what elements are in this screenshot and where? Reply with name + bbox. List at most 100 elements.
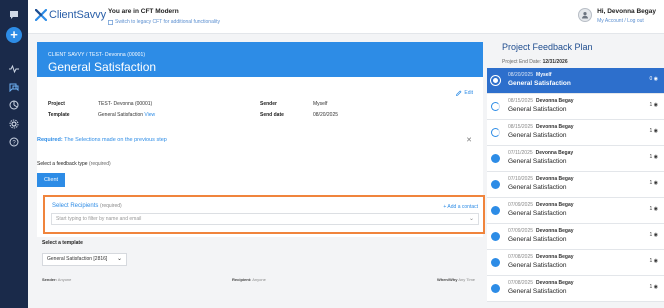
plan-item-count: 1 ◉ [649, 206, 658, 212]
plan-item-name: General Satisfaction [508, 132, 567, 139]
client-button[interactable]: Client [37, 173, 65, 187]
status-dot-icon [491, 232, 500, 241]
template-select[interactable]: General Satisfaction [2816] ⌄ [42, 253, 127, 266]
analytics-icon[interactable] [7, 98, 21, 112]
plan-end-value: 12/31/2026 [542, 59, 568, 65]
plan-item-count: 1 ◉ [649, 232, 658, 238]
recipient-search-placeholder: Start typing to filter by name and email [56, 216, 142, 222]
plan-item[interactable]: 08/15/2025 Devonna Begay General Satisfact… [487, 120, 664, 146]
switch-legacy-link[interactable]: Switch to legacy CFT for additional func… [108, 19, 220, 25]
plan-item[interactable]: 07/11/2025 Devonna Begay General Satisfact… [487, 146, 664, 172]
plan-item-date: 07/09/2025 Devonna Begay [508, 228, 574, 234]
plan-item[interactable]: 07/09/2025 Devonna Begay General Satisfact… [487, 224, 664, 250]
plan-item-date: 08/15/2025 Devonna Begay [508, 124, 574, 130]
plan-item-date-value: 08/15/2025 [508, 124, 534, 130]
plan-item[interactable]: 07/08/2025 Devonna Begay General Satisfact… [487, 250, 664, 276]
plan-item-who: Devonna Begay [536, 124, 574, 130]
plan-item[interactable]: 07/09/2025 Devonna Begay General Satisfact… [487, 198, 664, 224]
plan-item-count: 1 ◉ [649, 128, 658, 134]
plan-item-name: General Satisfaction [508, 288, 567, 295]
feedback-type-label: Select a feedback type (required) [37, 161, 111, 167]
plan-end-label: Project End Date: [502, 59, 542, 65]
top-header: ClientSavvy You are in CFT Modern Switch… [28, 0, 664, 34]
close-icon[interactable]: ✕ [466, 136, 472, 144]
pulse-icon[interactable] [7, 62, 21, 76]
plan-title: Project Feedback Plan [502, 42, 593, 52]
recipient-count-icon: ◉ [653, 180, 658, 186]
feedback-icon[interactable] [7, 80, 21, 94]
plan-item[interactable]: 08/20/2025 Myself General Satisfaction 0 ◉ [487, 68, 664, 94]
plan-item-count-value: 1 [649, 128, 653, 134]
plan-item-count-value: 1 [649, 102, 653, 108]
project-label: Project [48, 100, 65, 107]
feedback-type-text: Select a feedback type [37, 161, 88, 167]
pencil-icon [456, 90, 462, 96]
recipient-count-icon: ◉ [653, 128, 658, 134]
plan-item-count-value: 1 [649, 154, 653, 160]
plan-item-date: 07/11/2025 Devonna Begay [508, 150, 573, 156]
plan-item-count: 1 ◉ [649, 284, 658, 290]
recipient-search-input[interactable]: Start typing to filter by name and email… [51, 213, 479, 225]
recipient-count-icon: ◉ [653, 206, 658, 212]
plan-item-count-value: 1 [649, 284, 653, 290]
add-icon[interactable]: + [6, 27, 22, 43]
sender-value: Myself [313, 100, 328, 107]
status-dot-icon [491, 76, 500, 85]
plan-item-who: Devonna Begay [536, 98, 574, 104]
recipients-note: (required) [100, 203, 122, 209]
col-sender-label: Sender: [42, 277, 57, 282]
recipient-count-icon: ◉ [653, 284, 658, 290]
account-links[interactable]: My Account / Log out [597, 18, 656, 24]
edit-button[interactable]: Edit [456, 90, 473, 96]
recipient-count-icon: ◉ [653, 102, 658, 108]
status-dot-icon [491, 206, 500, 215]
status-dot-icon [491, 258, 500, 267]
edit-label: Edit [464, 90, 473, 96]
plan-item-count: 0 ◉ [649, 76, 658, 82]
info-grid: Project TEST- Devonna (00001) Sender Mys… [48, 98, 338, 120]
help-icon[interactable]: ? [7, 135, 21, 149]
page-title: General Satisfaction [48, 60, 157, 74]
status-dot-icon [491, 284, 500, 293]
plan-item-count: 1 ◉ [649, 180, 658, 186]
plan-item-who: Devonna Begay [536, 202, 574, 208]
plan-item-date-value: 08/15/2025 [508, 98, 534, 104]
plan-item-count: 1 ◉ [649, 154, 658, 160]
sender-label: Sender [260, 100, 277, 107]
plan-item-date: 07/08/2025 Devonna Begay [508, 254, 574, 260]
chat-icon[interactable] [7, 8, 21, 22]
plan-item[interactable]: 07/08/2025 Devonna Begay General Satisfact… [487, 276, 664, 302]
chevron-down-icon[interactable]: ⌄ [469, 214, 474, 224]
plan-item-count: 1 ◉ [649, 102, 658, 108]
nav-rail: + ? [0, 0, 28, 308]
plan-item[interactable]: 07/10/2025 Devonna Begay General Satisfact… [487, 172, 664, 198]
plan-item-date: 08/20/2025 Myself [508, 72, 552, 78]
status-dot-icon [491, 128, 500, 137]
plan-item-date-value: 08/20/2025 [508, 72, 534, 78]
plan-item-date-value: 07/08/2025 [508, 254, 534, 260]
logo[interactable]: ClientSavvy [35, 9, 106, 21]
plan-item-name: General Satisfaction [508, 236, 567, 243]
plan-item-date: 07/08/2025 Devonna Begay [508, 280, 574, 286]
feedback-type-note: (required) [88, 161, 111, 167]
plan-item-date-value: 07/09/2025 [508, 228, 534, 234]
col-when-label: When/Why [436, 277, 458, 282]
status-dot-icon [491, 180, 500, 189]
logo-text: ClientSavvy [49, 9, 106, 21]
send-date-value: 08/20/2025 [313, 111, 339, 118]
add-contact-button[interactable]: + Add a contact [443, 204, 478, 210]
recipient-count-icon: ◉ [653, 232, 658, 238]
recipient-count-icon: ◉ [653, 154, 658, 160]
settings-icon[interactable] [7, 117, 21, 131]
switch-icon [108, 19, 113, 25]
col-recipient-value: Anyone [252, 277, 266, 282]
plan-list: 08/20/2025 Myself General Satisfaction 0 ◉ 0… [487, 68, 664, 308]
plan-item-name: General Satisfaction [508, 262, 567, 269]
plan-item[interactable]: 08/15/2025 Devonna Begay General Satisfact… [487, 94, 664, 120]
user-greeting: Hi, Devonna Begay [597, 8, 656, 15]
avatar[interactable] [578, 8, 593, 22]
view-template-link[interactable]: View [144, 112, 155, 118]
main-card: CLIENT SAVVY / TEST- Devonna (00001) Gen… [37, 42, 485, 308]
template-section: Select a template General Satisfaction [… [37, 237, 483, 308]
template-select-value: General Satisfaction [2816] [47, 256, 108, 262]
